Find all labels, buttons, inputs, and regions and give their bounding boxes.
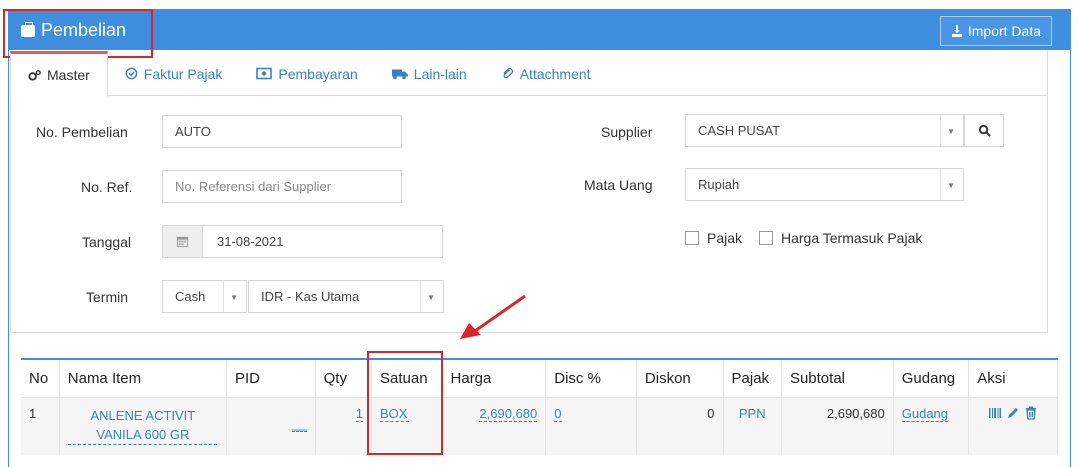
- termin-select[interactable]: Cash ▼: [162, 280, 247, 313]
- cell-no: 1: [21, 396, 60, 455]
- col-pid: PID: [226, 359, 316, 397]
- tab-master[interactable]: Master: [10, 51, 108, 97]
- search-icon: [978, 124, 991, 137]
- tab-lain-lain[interactable]: Lain-lain: [375, 51, 484, 96]
- row-actions: [977, 406, 1049, 420]
- panel-header: Pembelian Import Data: [9, 10, 1070, 50]
- chevron-down-icon: ▼: [427, 293, 435, 302]
- table-row: 1 ANLENE ACTIVIT VANILA 600 GR __ 1 BOX …: [21, 396, 1058, 455]
- pajak-checkbox-label: Pajak: [707, 230, 743, 246]
- tab-bar: Master Faktur Pajak Pembayaran Lain-lain…: [10, 51, 1048, 97]
- mata-uang-select[interactable]: Rupiah ▼: [685, 168, 964, 201]
- satuan-highlight-box: [367, 351, 443, 455]
- import-data-button[interactable]: Import Data: [939, 16, 1052, 46]
- cell-pid[interactable]: __: [226, 396, 316, 455]
- no-pembelian-input[interactable]: AUTO: [162, 115, 402, 148]
- no-pembelian-label: No. Pembelian: [36, 124, 128, 140]
- tanggal-input[interactable]: 31-08-2021: [162, 225, 443, 258]
- tanggal-label: Tanggal: [82, 234, 132, 250]
- money-icon: [256, 67, 273, 80]
- col-aksi: Aksi: [968, 359, 1058, 397]
- supplier-label: Supplier: [601, 124, 653, 140]
- cell-qty[interactable]: 1: [315, 396, 373, 455]
- col-qty: Qty: [315, 359, 373, 397]
- check-circle-icon: [125, 67, 138, 80]
- col-disc: Disc %: [545, 359, 637, 397]
- col-diskon: Diskon: [636, 359, 724, 397]
- cell-subtotal: 2,690,680: [781, 396, 894, 455]
- col-harga: Harga: [442, 359, 547, 397]
- chevron-down-icon: ▼: [947, 181, 955, 190]
- barcode-icon[interactable]: [988, 406, 1002, 420]
- termin-label: Termin: [86, 289, 129, 305]
- truck-icon: [391, 69, 408, 80]
- tab-attachment[interactable]: Attachment: [484, 51, 608, 96]
- items-table: No Nama Item PID Qty Satuan Harga Disc %…: [21, 358, 1058, 455]
- cell-diskon: 0: [636, 396, 724, 455]
- supplier-select[interactable]: CASH PUSAT ▼: [685, 114, 964, 147]
- col-nama-item: Nama Item: [59, 359, 227, 397]
- harga-termasuk-pajak-label: Harga Termasuk Pajak: [781, 230, 923, 246]
- no-ref-label: No. Ref.: [81, 179, 133, 195]
- col-gudang: Gudang: [893, 359, 970, 397]
- cell-harga[interactable]: 2,690,680: [442, 396, 547, 455]
- col-subtotal: Subtotal: [781, 359, 894, 397]
- harga-termasuk-pajak-checkbox[interactable]: [759, 231, 773, 245]
- cell-nama-item[interactable]: ANLENE ACTIVIT VANILA 600 GR: [59, 396, 227, 455]
- gears-icon: [28, 69, 41, 81]
- tab-pembayaran[interactable]: Pembayaran: [239, 51, 374, 96]
- kas-select[interactable]: IDR - Kas Utama ▼: [248, 280, 444, 313]
- cell-gudang[interactable]: Gudang: [893, 396, 970, 455]
- calendar-icon[interactable]: [163, 226, 203, 257]
- pajak-checkbox[interactable]: [685, 231, 699, 245]
- col-pajak: Pajak: [723, 359, 782, 397]
- download-icon: [951, 25, 962, 37]
- paperclip-icon: [503, 67, 513, 79]
- cell-disc[interactable]: 0: [545, 396, 637, 455]
- no-ref-input[interactable]: No. Referensi dari Supplier: [162, 170, 402, 203]
- cell-pajak[interactable]: PPN: [723, 396, 782, 455]
- supplier-search-button[interactable]: [964, 114, 1004, 147]
- tab-faktur-pajak[interactable]: Faktur Pajak: [108, 51, 240, 96]
- col-no: No: [21, 359, 60, 397]
- mata-uang-label: Mata Uang: [584, 177, 653, 193]
- pencil-icon[interactable]: [1006, 406, 1020, 420]
- chevron-down-icon: ▼: [947, 127, 955, 136]
- chevron-down-icon: ▼: [230, 293, 238, 302]
- trash-icon[interactable]: [1024, 406, 1038, 420]
- cell-aksi: [968, 396, 1058, 455]
- annotation-arrow: [460, 294, 526, 339]
